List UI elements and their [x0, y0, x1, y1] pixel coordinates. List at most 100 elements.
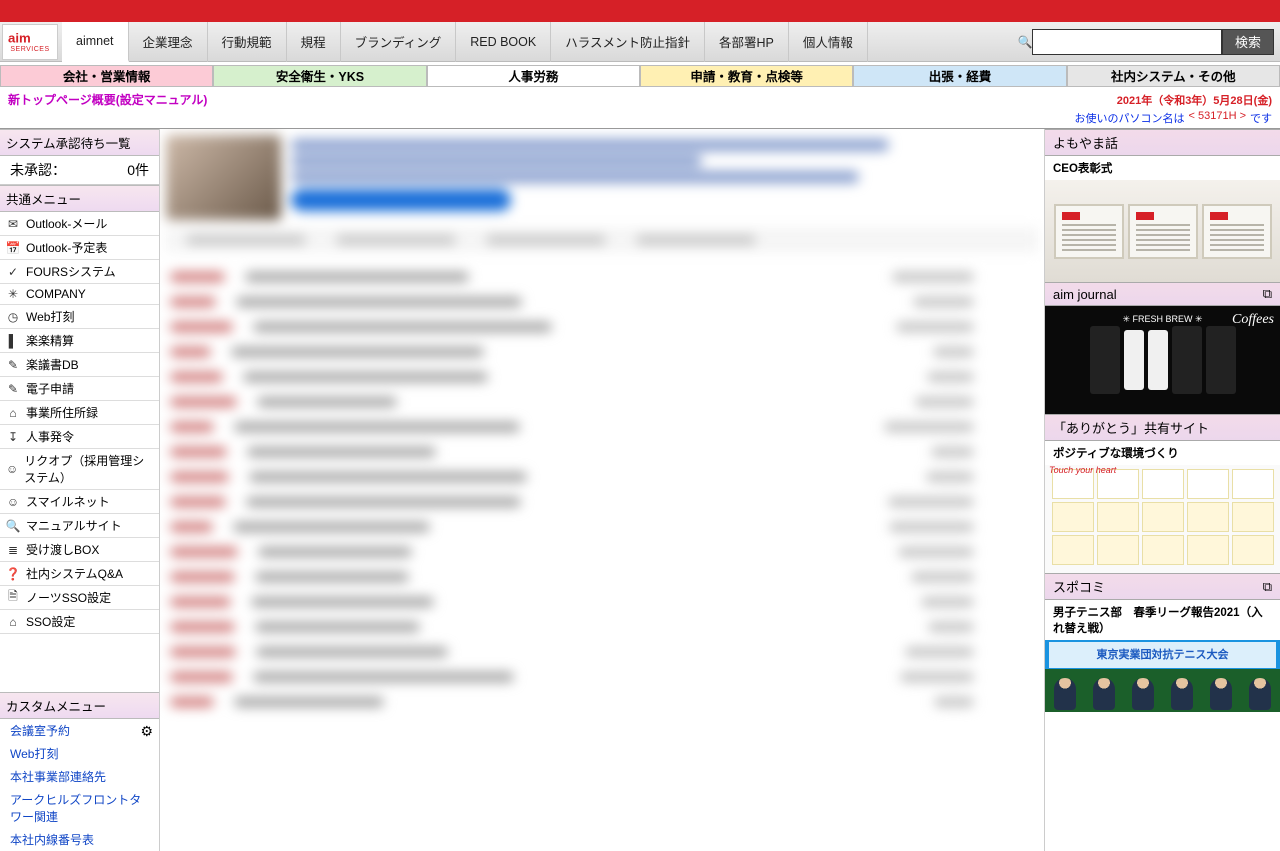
menu-label: 電子申請	[26, 380, 74, 397]
common-menu-item[interactable]: ◷Web打刻	[0, 305, 159, 329]
menu-icon: ✳	[6, 287, 20, 301]
menu-icon: ✉	[6, 217, 20, 231]
menu-label: Outlook-メール	[26, 215, 107, 232]
common-menu-item[interactable]: ▌楽楽精算	[0, 329, 159, 353]
box-arigato-sub[interactable]: ポジティブな環境づくり	[1045, 441, 1280, 465]
common-menu-item[interactable]: ⌂ 事業所住所録	[0, 401, 159, 425]
logo-subtext: SERVICES	[10, 46, 49, 53]
top-red-bar	[0, 0, 1280, 22]
menu-icon: ⌂	[6, 406, 20, 420]
menu-label: 人事発令	[26, 428, 74, 445]
custom-menu-list: 会議室予約Web打刻本社事業部連絡先アークヒルズフロントタワー関連本社内線番号表	[0, 719, 159, 851]
info-line: 新トップページ概要(設定マニュアル) 2021年（令和3年）5月28日(金)	[0, 89, 1280, 110]
category-nav: 会社・営業情報 安全衛生・YKS 人事労務 申請・教育・点検等 出張・経費 社内…	[0, 65, 1280, 87]
menu-label: マニュアルサイト	[26, 517, 122, 534]
common-menu-item[interactable]: ✉ Outlook-メール	[0, 212, 159, 236]
common-menu-item[interactable]: ⌂SSO設定	[0, 610, 159, 634]
nav-tab-aimnet[interactable]: aimnet	[62, 22, 129, 62]
menu-icon: ❓	[6, 567, 20, 581]
common-menu-list: ✉ Outlook-メール 📅 Outlook-予定表 ✓FOURSシステム✳COMPA…	[0, 212, 159, 634]
approval-row[interactable]: 未承認： 0件	[0, 156, 159, 185]
box-sports-image[interactable]: 東京実業団対抗テニス大会	[1045, 640, 1280, 712]
menu-icon: ✓	[6, 265, 20, 279]
search-box: 🔍 検索	[1018, 29, 1274, 55]
approval-header: システム承認待ち一覧	[0, 129, 159, 156]
search-input[interactable]	[1032, 29, 1222, 55]
left-column: システム承認待ち一覧 未承認： 0件 共通メニュー ✉ Outlook-メール 📅 O…	[0, 129, 160, 851]
menu-icon: ✎	[6, 358, 20, 372]
pcname-prefix: お使いのパソコン名は	[1075, 110, 1185, 126]
menu-icon: ≣	[6, 543, 20, 557]
cat-internal-systems[interactable]: 社内システム・その他	[1067, 65, 1280, 87]
common-menu-item[interactable]: ✎楽議書DB	[0, 353, 159, 377]
external-icon[interactable]: ⧉	[1263, 579, 1272, 595]
menu-label: 事業所住所録	[26, 404, 98, 421]
custom-menu-item[interactable]: アークヒルズフロントタワー関連	[0, 788, 159, 828]
menu-icon: 🗎	[6, 591, 20, 605]
box-sports-header[interactable]: スポコミ ⧉	[1045, 573, 1280, 600]
common-menu-item[interactable]: ❓ 社内システムQ&A	[0, 562, 159, 586]
common-menu-item[interactable]: ☺リクオプ（採用管理システム）	[0, 449, 159, 490]
common-menu-item[interactable]: ≣受け渡しBOX	[0, 538, 159, 562]
main-header: aim SERVICES aimnet 企業理念 行動規範 規程 ブランディング…	[0, 22, 1280, 62]
nav-tab-branding[interactable]: ブランディング	[341, 22, 457, 62]
box-yomoyama-image[interactable]	[1045, 180, 1280, 282]
nav-tab-dept-hp[interactable]: 各部署HP	[705, 22, 789, 62]
approval-count: 0件	[127, 160, 149, 180]
today-date: 2021年（令和3年）5月28日(金)	[1117, 92, 1272, 108]
common-menu-item[interactable]: ↧人事発令	[0, 425, 159, 449]
custom-menu-item[interactable]: 本社事業部連絡先	[0, 765, 159, 788]
nav-tab-conduct[interactable]: 行動規範	[208, 22, 287, 62]
approval-label: 未承認：	[10, 160, 66, 180]
nav-tab-harassment[interactable]: ハラスメント防止指針	[551, 22, 705, 62]
common-menu-item[interactable]: ✓FOURSシステム	[0, 260, 159, 284]
cat-application[interactable]: 申請・教育・点検等	[640, 65, 853, 87]
cat-company-sales[interactable]: 会社・営業情報	[0, 65, 213, 87]
cat-travel-expense[interactable]: 出張・経費	[853, 65, 1066, 87]
box-arigato-image[interactable]	[1045, 465, 1280, 573]
box-yomoyama-header[interactable]: よもやま話	[1045, 129, 1280, 156]
right-column: よもやま話 CEO表彰式 aim journal ⧉ ✳ FRESH BREW …	[1045, 129, 1280, 851]
cat-safety-yks[interactable]: 安全衛生・YKS	[213, 65, 426, 87]
svg-text:aim: aim	[8, 30, 31, 45]
logo[interactable]: aim SERVICES	[2, 24, 58, 60]
common-menu-item[interactable]: 🗎 ノーツSSO設定	[0, 586, 159, 610]
cat-hr[interactable]: 人事労務	[427, 65, 640, 87]
common-menu-item[interactable]: ✎ 電子申請	[0, 377, 159, 401]
common-menu-header: 共通メニュー	[0, 185, 159, 212]
coffee-brand: Coffees	[1232, 312, 1274, 328]
custom-menu-item[interactable]: Web打刻	[0, 742, 159, 765]
box-journal-image[interactable]: ✳ FRESH BREW ✳ Coffees	[1045, 306, 1280, 414]
nav-tab-personal-info[interactable]: 個人情報	[789, 22, 868, 62]
menu-icon: 🔍	[6, 519, 20, 533]
box-journal-header[interactable]: aim journal ⧉	[1045, 282, 1280, 306]
common-menu-item[interactable]: 📅 Outlook-予定表	[0, 236, 159, 260]
menu-label: Outlook-予定表	[26, 239, 107, 256]
nav-tab-regulations[interactable]: 規程	[287, 22, 341, 62]
common-menu-item[interactable]: ✳COMPANY	[0, 284, 159, 305]
custom-menu-item[interactable]: 会議室予約	[0, 719, 159, 742]
menu-icon: 📅	[6, 241, 20, 255]
manual-link[interactable]: 新トップページ概要(設定マニュアル)	[0, 89, 215, 110]
menu-icon: ✎	[6, 382, 20, 396]
avatar	[166, 135, 281, 220]
external-icon[interactable]: ⧉	[1263, 286, 1272, 302]
pcname-value: < 53171H >	[1189, 110, 1247, 126]
common-menu-item[interactable]: ☺スマイルネット	[0, 490, 159, 514]
nav-tab-redbook[interactable]: RED BOOK	[456, 22, 551, 62]
menu-label: 楽楽精算	[26, 332, 74, 349]
box-sports-sub[interactable]: 男子テニス部 春季リーグ報告2021（入れ替え戦）	[1045, 600, 1280, 640]
tennis-banner: 東京実業団対抗テニス大会	[1045, 646, 1280, 662]
search-button[interactable]: 検索	[1222, 29, 1274, 55]
box-yomoyama-sub[interactable]: CEO表彰式	[1045, 156, 1280, 180]
gear-icon[interactable]: ⚙	[140, 723, 153, 740]
box-arigato-header[interactable]: 「ありがとう」共有サイト	[1045, 414, 1280, 441]
common-menu-item[interactable]: 🔍 マニュアルサイト	[0, 514, 159, 538]
menu-label: 社内システムQ&A	[26, 565, 123, 582]
search-icon: 🔍	[1018, 35, 1032, 49]
custom-menu-item[interactable]: 本社内線番号表	[0, 828, 159, 851]
menu-label: ノーツSSO設定	[26, 589, 111, 606]
custom-menu-header: カスタムメニュー	[0, 692, 159, 719]
menu-label: Web打刻	[26, 308, 74, 325]
nav-tab-philosophy[interactable]: 企業理念	[129, 22, 208, 62]
